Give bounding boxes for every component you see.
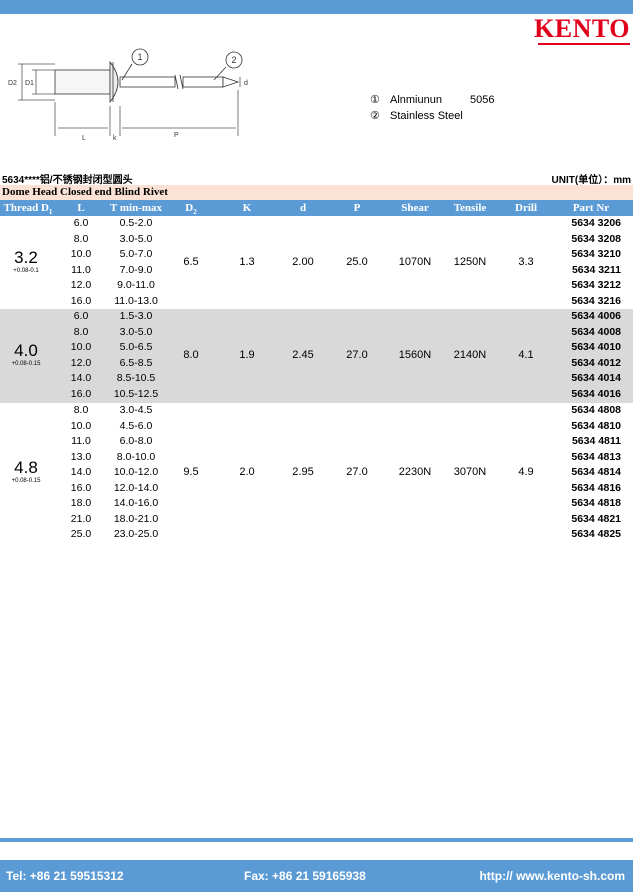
table-row: 16.0 10.5-12.5 5634 4016	[70, 387, 621, 400]
col-k: K	[242, 202, 252, 214]
logo-underline	[538, 43, 630, 45]
table-row: 8.0 3.0-4.5 5634 4808	[73, 404, 621, 416]
table-row: 6.0 1.5-3.0 5634 4006	[73, 310, 621, 322]
callout-2-label: 2	[231, 55, 236, 65]
table-row: 12.0 6.5-8.5 5634 4012	[70, 356, 621, 369]
material-row: ② Stainless Steel	[370, 108, 494, 124]
callout-1-label: 1	[137, 52, 142, 62]
dim-d1-label: D1	[25, 80, 34, 87]
thread-group-4-0: 4.0 +0.08-0.15 8.0 1.9 2.45 27.0 1560N 2…	[0, 309, 633, 403]
rivet-drawing: 1 2 D2 D1 d L k P	[8, 48, 248, 142]
col-tensile: Tensile	[453, 202, 487, 214]
dim-p-label: P	[174, 132, 179, 139]
table-header: Thread D1 L T min-max D2 K d P Shear Ten…	[0, 200, 633, 216]
material-number: ①	[370, 94, 380, 106]
top-bar	[0, 0, 633, 14]
col-l: L	[77, 202, 85, 214]
footer-website-link[interactable]: http:// www.kento-sh.com	[479, 869, 625, 883]
dim-k-label: k	[113, 135, 117, 142]
footer-rule	[0, 838, 633, 842]
material-name: Alnmiunun	[390, 94, 442, 106]
col-d: d	[299, 202, 307, 214]
table-row: 14.0 8.5-10.5 5634 4014	[70, 372, 621, 384]
col-t: T min-max	[109, 202, 163, 214]
material-row: ① Alnmiunun 5056	[370, 92, 494, 108]
table-row: 16.0 11.0-13.0 5634 3216	[70, 294, 621, 307]
table-row: 16.0 12.0-14.0 5634 4816	[70, 481, 621, 494]
table-row: 11.0 6.0-8.0 5634 4811	[71, 435, 621, 447]
material-legend: ① Alnmiunun 5056 ② Stainless Steel	[370, 92, 494, 124]
material-grade: 5056	[470, 94, 495, 106]
table-row: 14.0 10.0-12.0 5634 4814	[70, 466, 621, 478]
footer-fax: Fax: +86 21 59165938	[244, 869, 366, 883]
col-shear: Shear	[401, 202, 429, 214]
dim-d2-label: D2	[8, 80, 17, 87]
thread-group-4-8: 4.8 +0.08-0.15 9.5 2.0 2.95 27.0 2230N 3…	[0, 403, 633, 543]
table-row: 18.0 14.0-16.0 5634 4818	[70, 497, 621, 509]
table-row: 8.0 3.0-5.0 5634 3208	[73, 232, 621, 245]
table-row: 6.0 0.5-2.0 5634 3206	[73, 217, 621, 229]
table-row: 8.0 3.0-5.0 5634 4008	[73, 325, 621, 338]
col-p: P	[353, 202, 361, 214]
product-code-cn: 5634****铝/不锈钢封闭型圆头	[2, 175, 133, 186]
title-band: Dome Head Closed end Blind Rivet	[0, 185, 633, 200]
kento-logo: KENTO	[534, 14, 630, 43]
col-part: Part Nr	[572, 202, 610, 214]
product-title: Dome Head Closed end Blind Rivet	[2, 186, 168, 198]
footer-tel: Tel: +86 21 59515312	[6, 869, 124, 883]
table-row: 13.0 8.0-10.0 5634 4813	[70, 450, 621, 463]
table-row: 12.0 9.0-11.0 5634 3212	[70, 279, 621, 291]
sub-header: 5634****铝/不锈钢封闭型圆头 UNIT(单位）：mm	[0, 170, 633, 186]
thread-group-3-2: 3.2 +0.08-0.1 6.5 1.3 2.00 25.0 1070N 12…	[0, 216, 633, 309]
dim-d-label: d	[244, 80, 248, 87]
table-row: 10.0 5.0-6.5 5634 4010	[70, 341, 621, 353]
table-row: 10.0 5.0-7.0 5634 3210	[70, 248, 621, 260]
col-drill: Drill	[515, 202, 537, 214]
footer-bar: Tel: +86 21 59515312 Fax: +86 21 5916593…	[0, 838, 633, 892]
unit-label: UNIT(单位）：mm	[551, 175, 631, 186]
table-row: 25.0 23.0-25.0 5634 4825	[70, 528, 621, 540]
material-number: ②	[370, 110, 380, 122]
dim-l-label: L	[82, 135, 86, 142]
material-name: Stainless Steel	[390, 110, 463, 122]
table-row: 21.0 18.0-21.0 5634 4821	[70, 512, 621, 525]
table-row: 10.0 4.5-6.0 5634 4810	[70, 419, 621, 432]
table-row: 11.0 7.0-9.0 5634 3211	[71, 263, 621, 276]
